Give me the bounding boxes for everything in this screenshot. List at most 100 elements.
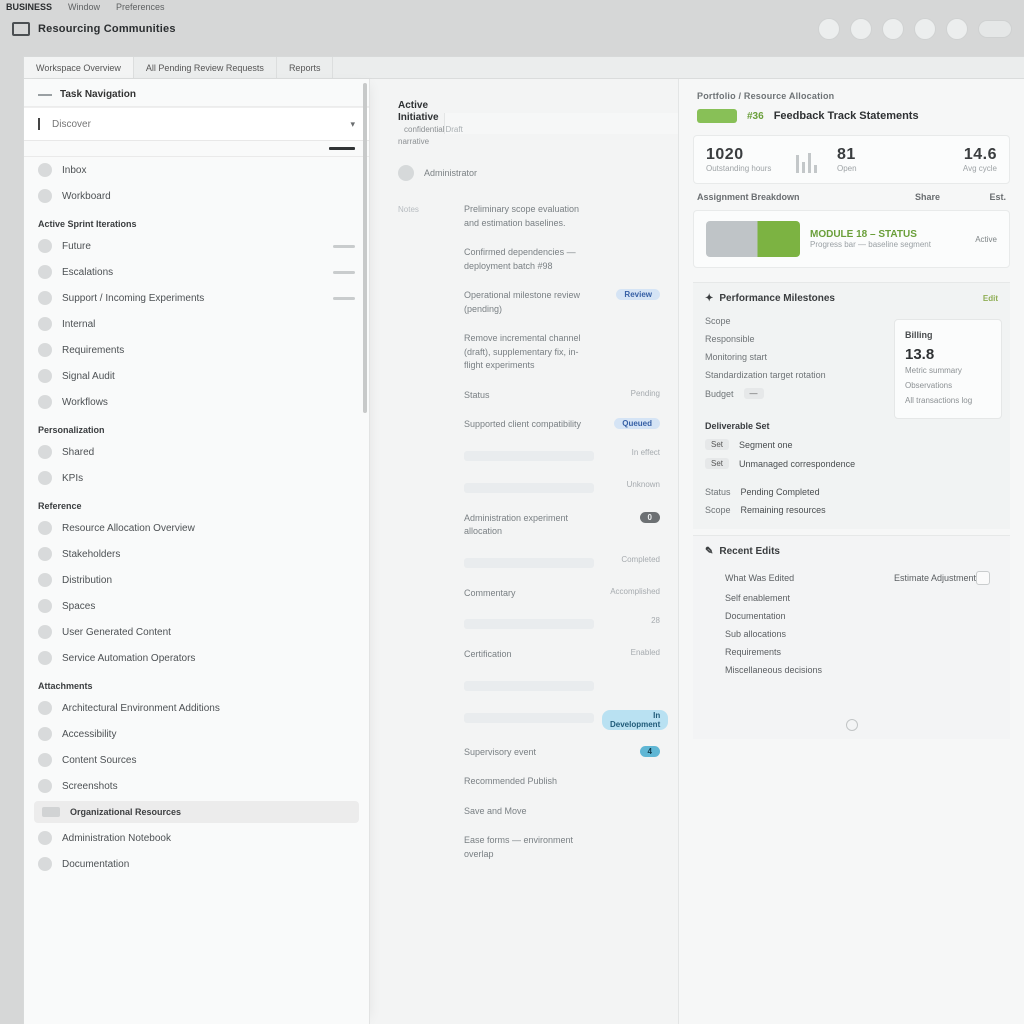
sidebar-item-label: Documentation bbox=[62, 859, 129, 870]
status-color-badge bbox=[697, 109, 737, 123]
toggle-box[interactable] bbox=[976, 571, 990, 585]
brand-logo-icon bbox=[12, 22, 30, 36]
row-body: Recommended Publish bbox=[464, 775, 594, 789]
table-row[interactable]: Miscellaneous decisions bbox=[705, 661, 998, 679]
detail-row: Unknown bbox=[398, 472, 660, 504]
progress-thumbnail-icon bbox=[706, 221, 800, 257]
sidebar-item-label: Stakeholders bbox=[62, 549, 120, 560]
sidebar-item-accessibility[interactable]: Accessibility bbox=[24, 721, 369, 747]
help-icon[interactable] bbox=[850, 18, 872, 40]
search-dropdown-icon[interactable]: ▾ bbox=[350, 119, 355, 130]
detail-row: CommentaryAccomplished bbox=[398, 579, 660, 609]
sidebar-item-arch[interactable]: Architectural Environment Additions bbox=[24, 695, 369, 721]
row-body: Remove incremental channel (draft), supp… bbox=[464, 332, 594, 373]
calendar-icon[interactable] bbox=[914, 18, 936, 40]
sidebar-header: Task Navigation bbox=[24, 79, 369, 107]
sidebar-item-label: Shared bbox=[62, 447, 94, 458]
table-row[interactable]: Requirements bbox=[705, 643, 998, 661]
sidebar-item-workflows[interactable]: Workflows bbox=[24, 389, 369, 415]
col-label: Share bbox=[880, 192, 940, 202]
row-body bbox=[464, 616, 594, 632]
sidebar-group-personal: Personalization bbox=[24, 415, 369, 439]
table-row[interactable]: Self enablement bbox=[705, 589, 998, 607]
lifebuoy-icon bbox=[38, 291, 52, 305]
sidebar-item-workboard[interactable]: Workboard bbox=[24, 183, 369, 209]
row-body: Supervisory event bbox=[464, 746, 594, 760]
detail-row: Save and Move bbox=[398, 797, 660, 827]
sidebar-item-internal[interactable]: Internal bbox=[24, 311, 369, 337]
detail-row: Completed bbox=[398, 547, 660, 579]
detail-header: Active Initiative confidential narrative… bbox=[398, 99, 660, 153]
breadcrumb[interactable]: Portfolio / Resource Allocation bbox=[679, 91, 1024, 107]
clock-icon[interactable] bbox=[946, 18, 968, 40]
flag-icon bbox=[38, 265, 52, 279]
edit-link[interactable]: Edit bbox=[983, 294, 998, 303]
sidebar-item-label: Signal Audit bbox=[62, 371, 115, 382]
row-body: Preliminary scope evaluation and estimat… bbox=[464, 203, 594, 230]
sidebar-item-content-src[interactable]: Content Sources bbox=[24, 747, 369, 773]
assignment-table-head: Assignment Breakdown Share Est. bbox=[679, 192, 1024, 202]
sidebar-item-spaces[interactable]: Spaces bbox=[24, 593, 369, 619]
pagination-dot-icon[interactable] bbox=[846, 719, 858, 731]
menubar-item-prefs[interactable]: Preferences bbox=[116, 2, 165, 12]
sidebar-item-future[interactable]: Future bbox=[24, 233, 369, 259]
notifications-icon[interactable] bbox=[818, 18, 840, 40]
sidebar-item-audit[interactable]: Signal Audit bbox=[24, 363, 369, 389]
deliverable-item[interactable]: SetUnmanaged correspondence bbox=[705, 454, 998, 473]
tab-overview[interactable]: Workspace Overview bbox=[24, 57, 134, 78]
sidebar: Task Navigation ▾ Inbox Workboard Active… bbox=[24, 79, 370, 1024]
menubar-item-window[interactable]: Window bbox=[68, 2, 100, 12]
promo-card[interactable]: MODULE 18 – STATUS Progress bar — baseli… bbox=[693, 210, 1010, 268]
sidebar-item-screenshots[interactable]: Screenshots bbox=[24, 773, 369, 799]
sidebar-item-stakeholders[interactable]: Stakeholders bbox=[24, 541, 369, 567]
status-pill: Queued bbox=[614, 418, 660, 429]
sidebar-item-admin-notebook[interactable]: Administration Notebook bbox=[24, 825, 369, 851]
cell: Documentation bbox=[725, 607, 861, 625]
tab-label: Workspace Overview bbox=[36, 63, 121, 73]
kv-key: Scope bbox=[705, 505, 731, 515]
subsection-title: Deliverable Set bbox=[705, 421, 770, 431]
tab-reviews[interactable]: All Pending Review Requests bbox=[134, 57, 277, 78]
lock-icon bbox=[38, 317, 52, 331]
col-label: Estimate Adjustment bbox=[861, 567, 976, 589]
author-name: Administrator bbox=[424, 168, 477, 178]
sidebar-item-shared[interactable]: Shared bbox=[24, 439, 369, 465]
table-row[interactable]: Documentation bbox=[705, 607, 998, 625]
recent-edits-section: ✎ Recent Edits What Was Edited Estimate … bbox=[693, 535, 1010, 739]
kv-key: Monitoring start bbox=[705, 352, 767, 362]
profile-menu[interactable] bbox=[978, 20, 1012, 38]
row-body: Save and Move bbox=[464, 805, 594, 819]
sidebar-item-ugc[interactable]: User Generated Content bbox=[24, 619, 369, 645]
kpi-label: Avg cycle bbox=[927, 164, 997, 173]
sidebar-item-inbox[interactable]: Inbox bbox=[24, 157, 369, 183]
search-input[interactable] bbox=[52, 119, 338, 130]
detail-row: Supervisory event4 bbox=[398, 738, 660, 768]
sidebar-handle-icon bbox=[38, 94, 52, 96]
sidecard-row: All transactions log bbox=[905, 393, 991, 408]
sidebar-item-support[interactable]: Support / Incoming Experiments bbox=[24, 285, 369, 311]
row-label bbox=[398, 332, 456, 334]
deliverable-item[interactable]: SetSegment one bbox=[705, 435, 998, 454]
sidebar-item-distribution[interactable]: Distribution bbox=[24, 567, 369, 593]
dot-icon bbox=[38, 239, 52, 253]
sidebar-item-escalations[interactable]: Escalations bbox=[24, 259, 369, 285]
sidebar-search[interactable]: ▾ bbox=[24, 107, 369, 141]
workspace: Workspace Overview All Pending Review Re… bbox=[24, 56, 1024, 1024]
sidebar-item-requirements[interactable]: Requirements bbox=[24, 337, 369, 363]
kv-scope2: ScopeRemaining resources bbox=[705, 501, 998, 519]
collapse-icon[interactable] bbox=[329, 147, 355, 150]
chart-icon bbox=[38, 369, 52, 383]
sidebar-item-operators[interactable]: Service Automation Operators bbox=[24, 645, 369, 671]
sidebar-tag-org-resources[interactable]: Organizational Resources bbox=[34, 801, 359, 823]
sidebar-item-documentation[interactable]: Documentation bbox=[24, 851, 369, 877]
messages-icon[interactable] bbox=[882, 18, 904, 40]
row-label bbox=[398, 587, 456, 589]
tab-reports[interactable]: Reports bbox=[277, 57, 334, 78]
kpi-value: 1020 bbox=[706, 146, 776, 164]
sidebar-item-resource-alloc[interactable]: Resource Allocation Overview bbox=[24, 515, 369, 541]
table-row[interactable]: Sub allocations bbox=[705, 625, 998, 643]
kv-key: Responsible bbox=[705, 334, 755, 344]
sidebar-item-kpis[interactable]: KPIs bbox=[24, 465, 369, 491]
kv-key: Scope bbox=[705, 316, 731, 326]
kpi-label: Outstanding hours bbox=[706, 164, 776, 173]
